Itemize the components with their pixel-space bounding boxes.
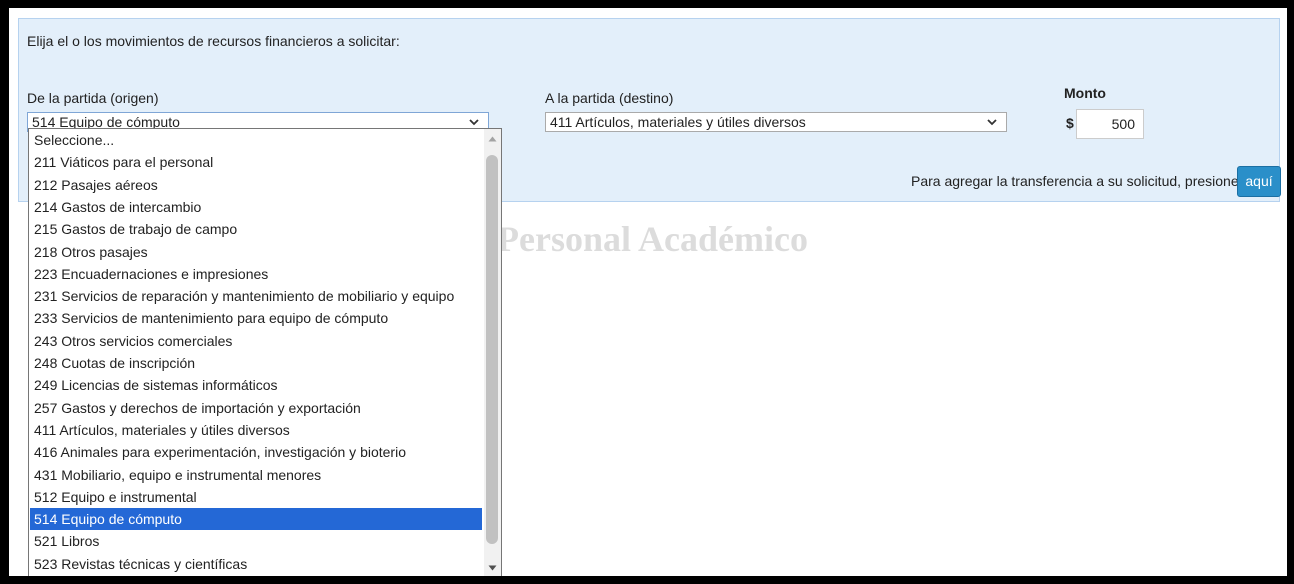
dropdown-option[interactable]: 523 Revistas técnicas y científicas <box>30 553 482 575</box>
dropdown-option[interactable]: 431 Mobiliario, equipo e instrumental me… <box>30 464 482 486</box>
destination-label: A la partida (destino) <box>545 90 674 106</box>
dropdown-scrollbar[interactable] <box>484 129 501 576</box>
dropdown-option[interactable]: 416 Animales para experimentación, inves… <box>30 441 482 463</box>
amount-label: Monto <box>1064 85 1106 101</box>
dropdown-option[interactable]: 215 Gastos de trabajo de campo <box>30 218 482 240</box>
dropdown-option[interactable]: 411 Artículos, materiales y útiles diver… <box>30 419 482 441</box>
destination-select[interactable]: 411 Artículos, materiales y útiles diver… <box>545 112 1007 132</box>
add-transfer-hint: Para agregar la transferencia a su solic… <box>911 173 1239 189</box>
dropdown-option[interactable]: 218 Otros pasajes <box>30 241 482 263</box>
amount-input[interactable]: 500 <box>1076 109 1144 139</box>
origin-dropdown-list[interactable]: Seleccione... 211 Viáticos para el person… <box>28 128 502 576</box>
form-prompt: Elija el o los movimientos de recursos f… <box>27 33 400 49</box>
dropdown-option[interactable]: Seleccione... <box>30 129 482 151</box>
chevron-down-icon <box>469 119 479 126</box>
currency-symbol: $ <box>1066 115 1074 131</box>
background-title: Personal Académico <box>497 219 808 259</box>
dropdown-option[interactable]: 214 Gastos de intercambio <box>30 196 482 218</box>
dropdown-option[interactable]: 233 Servicios de mantenimiento para equi… <box>30 307 482 329</box>
chevron-down-icon <box>987 119 997 126</box>
dropdown-option[interactable]: 514 Equipo de cómputo <box>30 508 482 531</box>
dropdown-option[interactable]: 521 Libros <box>30 530 482 552</box>
origin-label: De la partida (origen) <box>27 90 159 106</box>
dropdown-option[interactable]: 212 Pasajes aéreos <box>30 174 482 196</box>
dropdown-option[interactable]: 512 Equipo e instrumental <box>30 486 482 508</box>
dropdown-option[interactable]: 231 Servicios de reparación y mantenimie… <box>30 285 482 307</box>
add-transfer-button[interactable]: aquí <box>1237 166 1281 197</box>
dropdown-option[interactable]: 211 Viáticos para el personal <box>30 151 482 173</box>
dropdown-option[interactable]: 243 Otros servicios comerciales <box>30 330 482 352</box>
dropdown-option[interactable]: 223 Encuadernaciones e impresiones <box>30 263 482 285</box>
dropdown-option[interactable]: 257 Gastos y derechos de importación y e… <box>30 397 482 419</box>
scroll-up-arrow-icon[interactable] <box>487 135 498 143</box>
scroll-down-arrow-icon[interactable] <box>487 564 498 572</box>
dropdown-option[interactable]: 249 Licencias de sistemas informáticos <box>30 374 482 396</box>
destination-select-value: 411 Artículos, materiales y útiles diver… <box>550 114 806 130</box>
page-frame: Personal Académico Elija el o los movimi… <box>9 8 1287 576</box>
dropdown-option[interactable]: 248 Cuotas de inscripción <box>30 352 482 374</box>
scrollbar-thumb[interactable] <box>486 155 498 544</box>
